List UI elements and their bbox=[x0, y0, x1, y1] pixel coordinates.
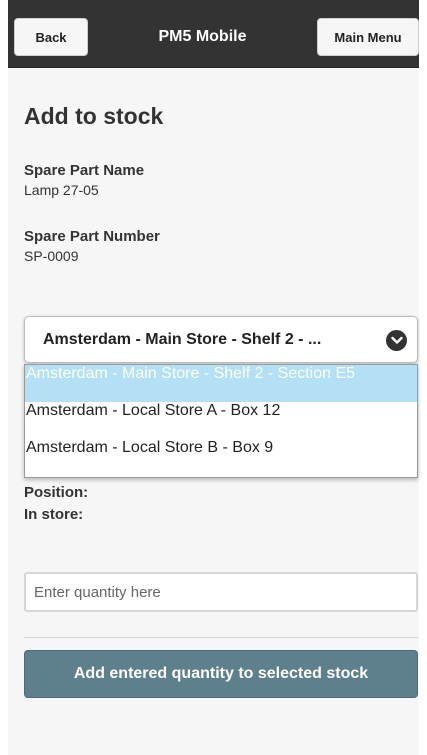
location-option[interactable]: Amsterdam - Local Store B - Box 9 bbox=[25, 439, 417, 476]
spare-part-name-label: Spare Part Name bbox=[24, 162, 145, 179]
location-option-selected[interactable]: Amsterdam - Main Store - Shelf 2 - Secti… bbox=[25, 365, 417, 402]
app-title: PM5 Mobile bbox=[158, 28, 247, 45]
in-store-label: In store: bbox=[24, 506, 84, 523]
divider bbox=[24, 637, 418, 638]
quantity-input[interactable] bbox=[24, 572, 418, 612]
back-button[interactable]: Back bbox=[14, 18, 88, 56]
spare-part-number-label: Spare Part Number bbox=[24, 228, 160, 245]
app-screen: Back PM5 Mobile Main Menu Add to stock S… bbox=[0, 0, 427, 755]
add-to-stock-button[interactable]: Add entered quantity to selected stock bbox=[24, 650, 418, 698]
left-edge bbox=[0, 0, 8, 755]
location-select-value: Amsterdam - Main Store - Shelf 2 - ... bbox=[43, 331, 322, 348]
spare-part-name-value: Lamp 27-05 bbox=[24, 182, 99, 198]
header-bar: Back PM5 Mobile Main Menu bbox=[8, 0, 419, 68]
location-options-list: Amsterdam - Main Store - Shelf 2 - Secti… bbox=[24, 364, 418, 478]
main-menu-button[interactable]: Main Menu bbox=[317, 18, 419, 56]
location-option[interactable]: Amsterdam - Local Store A - Box 12 bbox=[25, 402, 417, 439]
page-title: Add to stock bbox=[24, 103, 164, 129]
chevron-down-icon bbox=[386, 330, 407, 351]
spare-part-number-value: SP-0009 bbox=[24, 248, 79, 264]
position-label: Position: bbox=[24, 484, 89, 501]
location-select[interactable]: Amsterdam - Main Store - Shelf 2 - ... bbox=[24, 316, 418, 363]
